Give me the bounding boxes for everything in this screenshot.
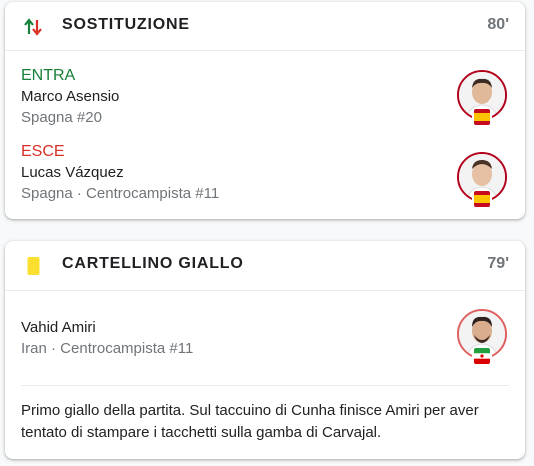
player-name: Marco Asensio — [21, 88, 120, 105]
event-minute: 79' — [487, 255, 509, 272]
player-out[interactable]: ESCE Lucas Vázquez Spagna · Centrocampis… — [21, 142, 509, 204]
avatar[interactable] — [457, 70, 507, 125]
event-minute: 80' — [487, 16, 509, 33]
yellow-card-header: CARTELLINO GIALLO 79' — [5, 241, 525, 291]
event-title: CARTELLINO GIALLO — [62, 255, 244, 272]
player-name: Vahid Amiri — [21, 319, 96, 336]
yellow-card-icon — [27, 257, 40, 275]
player-in-role: ENTRA — [21, 67, 76, 84]
spain-flag-icon — [474, 191, 490, 207]
player-meta: Spagna · Centrocampista #11 — [21, 185, 220, 202]
player-meta: Spagna #20 — [21, 109, 102, 126]
yellow-card-card: CARTELLINO GIALLO 79' Vahid Amiri Iran ·… — [5, 241, 525, 459]
player-out-role: ESCE — [21, 143, 65, 160]
avatar[interactable] — [457, 309, 507, 364]
divider — [21, 385, 509, 386]
booked-player[interactable]: Vahid Amiri Iran · Centrocampista #11 — [21, 317, 509, 359]
iran-flag-icon — [474, 348, 490, 364]
substitution-arrows-icon — [24, 18, 42, 36]
event-title: SOSTITUZIONE — [62, 16, 190, 33]
event-commentary: Primo giallo della partita. Sul taccuino… — [21, 402, 479, 441]
spain-flag-icon — [474, 109, 490, 125]
substitution-card: SOSTITUZIONE 80' ENTRA Marco Asensio Spa… — [5, 2, 525, 219]
player-meta: Iran · Centrocampista #11 — [21, 340, 194, 357]
player-name: Lucas Vázquez — [21, 164, 124, 181]
player-in[interactable]: ENTRA Marco Asensio Spagna #20 — [21, 66, 509, 128]
avatar[interactable] — [457, 152, 507, 207]
substitution-header: SOSTITUZIONE 80' — [5, 2, 525, 51]
